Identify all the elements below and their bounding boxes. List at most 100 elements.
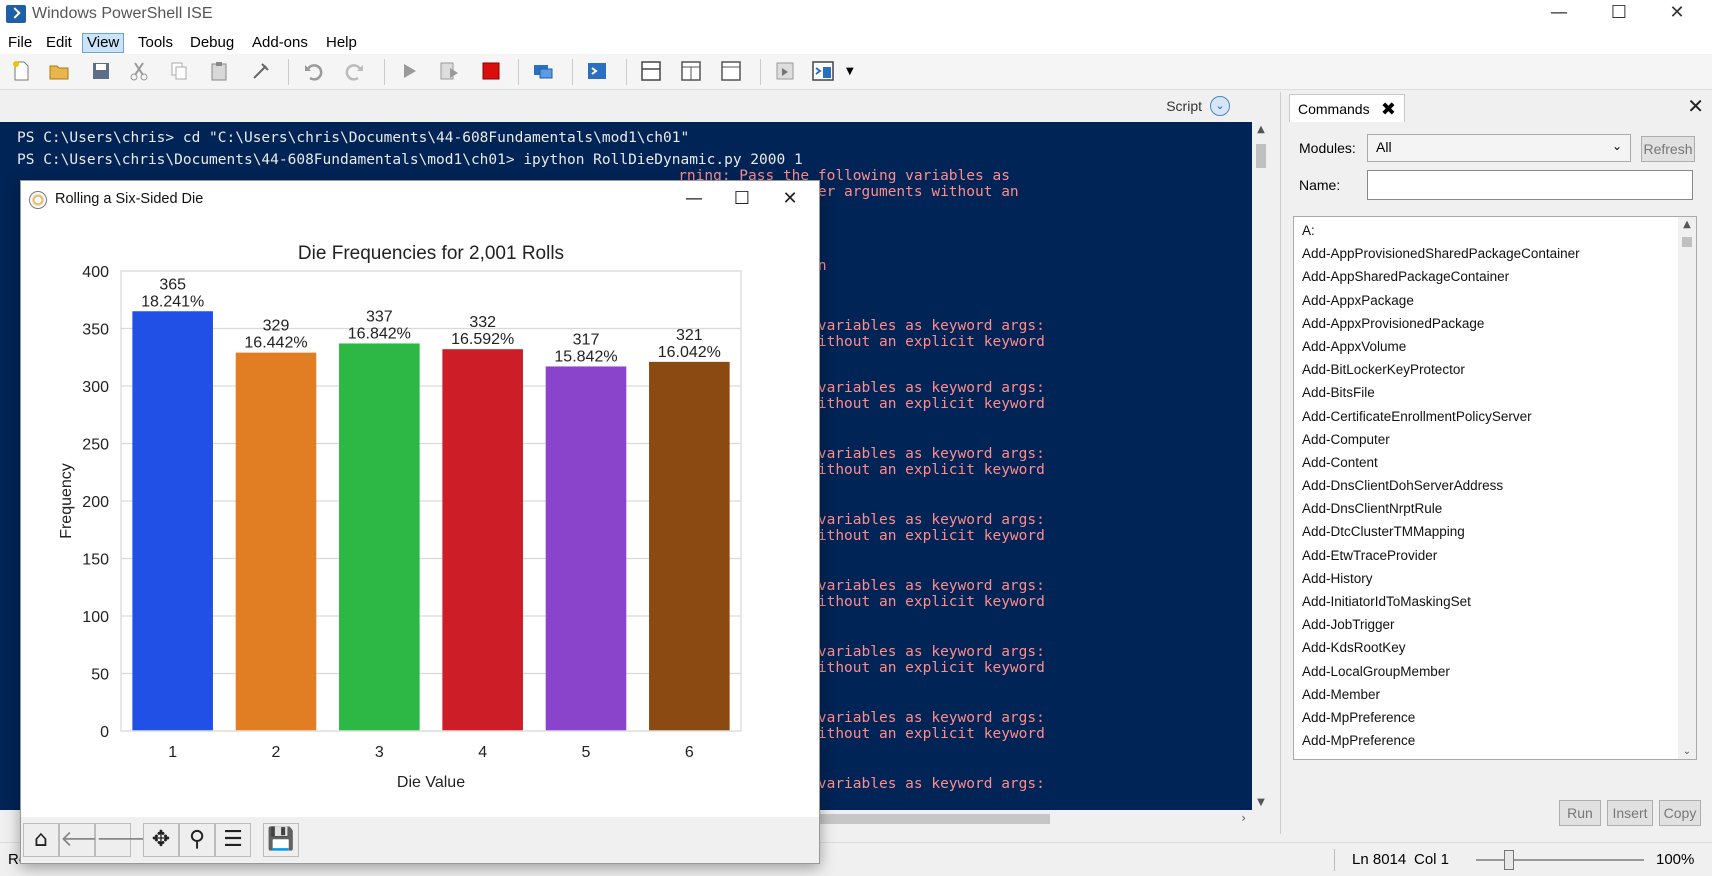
zoom-slider[interactable] — [1476, 859, 1644, 861]
modules-select[interactable]: All ⌄ — [1367, 134, 1631, 162]
close-icon[interactable]: ✖ — [1381, 99, 1396, 120]
command-list-item[interactable]: Add-AppProvisionedSharedPackageContainer — [1294, 242, 1696, 265]
command-list-item[interactable]: Add-CertificateEnrollmentPolicyServer — [1294, 405, 1696, 428]
menu-tools[interactable]: Tools — [134, 33, 177, 53]
save-icon[interactable] — [90, 60, 112, 82]
menu-debug[interactable]: Debug — [186, 33, 238, 53]
command-list-item[interactable]: Add-MpPreference — [1294, 706, 1696, 729]
commands-list-scrollbar[interactable]: ▲ ⌄ — [1678, 217, 1696, 759]
forward-arrow-icon[interactable]: 🡒 — [95, 823, 155, 857]
zoom-icon[interactable]: ⚲ — [179, 823, 215, 857]
command-list-item[interactable]: Add-AppxPackage — [1294, 289, 1696, 312]
save-figure-icon[interactable]: 💾 — [263, 823, 299, 857]
chevron-down-icon[interactable]: ⌄ — [1210, 96, 1230, 116]
powershell-console-icon[interactable] — [586, 60, 608, 82]
undo-icon[interactable] — [302, 60, 324, 82]
show-command-window-icon[interactable] — [774, 60, 796, 82]
menu-view[interactable]: View — [82, 33, 125, 53]
new-file-icon[interactable] — [10, 60, 32, 82]
command-list-item[interactable]: Add-DnsClientDohServerAddress — [1294, 474, 1696, 497]
tab-commands[interactable]: Commands ✖ — [1289, 94, 1405, 122]
maximize-button[interactable]: ☐ — [1590, 0, 1648, 28]
plot-toolbar: ⌂ 🡐 🡒 ✥ ⚲ ☰ 💾 — [21, 817, 819, 863]
x-tick-label: 4 — [478, 744, 487, 761]
show-script-right-icon[interactable] — [680, 60, 702, 82]
plot-maximize-button[interactable]: ☐ — [719, 185, 765, 215]
redo-icon[interactable] — [344, 60, 366, 82]
command-list-item[interactable]: Add-Content — [1294, 451, 1696, 474]
command-list-item[interactable]: Add-DtcClusterTMMapping — [1294, 520, 1696, 543]
command-list-item[interactable]: Add-BitLockerKeyProtector — [1294, 358, 1696, 381]
y-tick-label: 150 — [82, 552, 109, 569]
menu-help[interactable]: Help — [322, 33, 361, 53]
menu-file[interactable]: File — [4, 33, 36, 53]
console-vertical-scrollbar[interactable]: ▲ ▼ — [1252, 122, 1270, 810]
plot-minimize-button[interactable]: — — [671, 185, 717, 215]
title-bar: Windows PowerShell ISE — ☐ ✕ — [0, 0, 1712, 32]
run-selection-icon[interactable] — [438, 60, 460, 82]
command-list-item[interactable]: Add-KdsRootKey — [1294, 636, 1696, 659]
configure-subplots-icon[interactable]: ☰ — [215, 823, 251, 857]
bar-percent-label: 16.442% — [244, 335, 307, 352]
name-input[interactable] — [1367, 170, 1693, 200]
back-arrow-icon[interactable]: 🡐 — [59, 823, 119, 857]
bar-value-label: 332 — [469, 314, 496, 331]
show-command-addon-icon[interactable] — [812, 60, 840, 82]
command-list-item[interactable]: A: — [1294, 219, 1696, 242]
copy-button[interactable]: Copy — [1659, 800, 1701, 826]
bar-percent-label: 18.241% — [141, 293, 204, 310]
command-list-item[interactable]: Add-Member — [1294, 683, 1696, 706]
show-script-top-icon[interactable] — [640, 60, 662, 82]
command-list-item[interactable]: Add-AppSharedPackageContainer — [1294, 265, 1696, 288]
toolbar: ▼ — [0, 54, 1712, 90]
command-list-item[interactable]: Add-InitiatorIdToMaskingSet — [1294, 590, 1696, 613]
x-axis-label: Die Value — [397, 774, 465, 791]
home-icon[interactable]: ⌂ — [23, 823, 59, 857]
cut-icon[interactable] — [128, 60, 150, 82]
menu-bar: File Edit View Tools Debug Add-ons Help — [0, 32, 1712, 54]
script-label[interactable]: Script — [1166, 98, 1202, 114]
bar-4 — [442, 349, 523, 731]
toolbar-overflow-icon[interactable]: ▼ — [846, 66, 858, 88]
copy-icon[interactable] — [168, 60, 190, 82]
refresh-button[interactable]: Refresh — [1641, 136, 1695, 162]
command-list-item[interactable]: Add-JobTrigger — [1294, 613, 1696, 636]
command-list-item[interactable]: Add-MpPreference — [1294, 729, 1696, 752]
matplotlib-icon — [29, 191, 47, 209]
bar-percent-label: 15.842% — [554, 348, 617, 365]
y-tick-label: 200 — [82, 494, 109, 511]
command-list-item[interactable]: Add-EtwTraceProvider — [1294, 544, 1696, 567]
open-folder-icon[interactable] — [48, 60, 70, 82]
stop-icon[interactable] — [480, 60, 502, 82]
bar-value-label: 329 — [263, 318, 290, 335]
close-pane-icon[interactable]: ✕ — [1687, 94, 1704, 118]
plot-close-button[interactable]: ✕ — [767, 185, 813, 215]
y-axis-label: Frequency — [58, 463, 75, 539]
bar-percent-label: 16.592% — [451, 331, 514, 348]
show-script-max-icon[interactable] — [720, 60, 742, 82]
remote-powershell-icon[interactable] — [532, 60, 554, 82]
command-list-item[interactable]: Add-AppxProvisionedPackage — [1294, 312, 1696, 335]
script-pane-bar: Script ⌄ — [0, 92, 1272, 120]
pan-icon[interactable]: ✥ — [143, 823, 179, 857]
modules-label: Modules: — [1299, 140, 1356, 156]
command-list-item[interactable]: Add-BitsFile — [1294, 381, 1696, 404]
commands-list[interactable]: A: Add-AppProvisionedSharedPackageContain… — [1293, 216, 1697, 760]
insert-button[interactable]: Insert — [1607, 800, 1653, 826]
command-list-item[interactable]: Add-AppxVolume — [1294, 335, 1696, 358]
bar-2 — [235, 352, 317, 731]
minimize-button[interactable]: — — [1530, 0, 1588, 28]
menu-edit[interactable]: Edit — [42, 33, 76, 53]
command-list-item[interactable]: Add-Computer — [1294, 428, 1696, 451]
menu-addons[interactable]: Add-ons — [248, 33, 312, 53]
commands-pane: Commands ✖ ✕ Modules: All ⌄ Refresh Name… — [1280, 92, 1712, 834]
close-button[interactable]: ✕ — [1648, 0, 1706, 28]
clear-icon[interactable] — [250, 60, 272, 82]
run-button[interactable]: Run — [1559, 800, 1601, 826]
run-script-icon[interactable] — [398, 60, 420, 82]
command-list-item[interactable]: Add-LocalGroupMember — [1294, 660, 1696, 683]
command-list-item[interactable]: Add-DnsClientNrptRule — [1294, 497, 1696, 520]
command-list-item[interactable]: Add-History — [1294, 567, 1696, 590]
paste-icon[interactable] — [208, 60, 230, 82]
zoom-slider-thumb[interactable] — [1504, 850, 1514, 870]
